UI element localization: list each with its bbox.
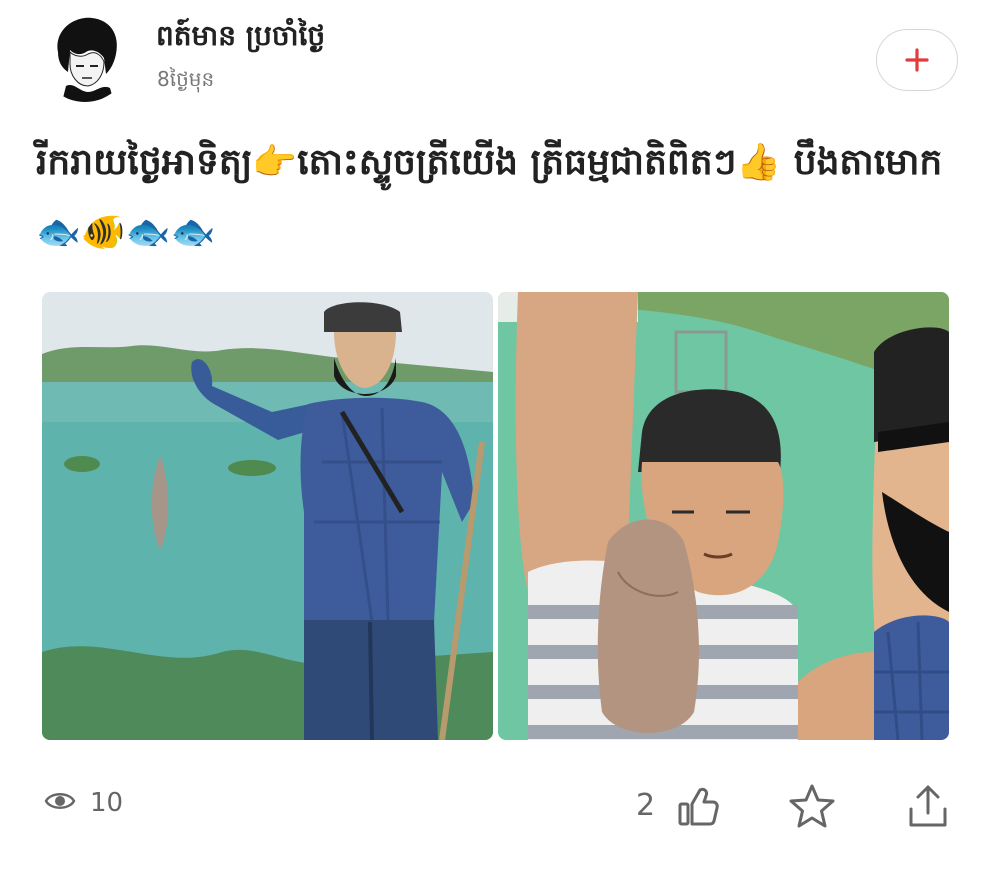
share-icon xyxy=(906,783,950,833)
thumbs-up-icon xyxy=(676,784,720,832)
favorite-button[interactable] xyxy=(786,782,838,834)
views-count: 10 xyxy=(90,788,124,818)
plus-icon xyxy=(904,47,930,73)
avatar[interactable] xyxy=(40,12,130,102)
views-stat: 10 xyxy=(44,788,123,818)
post-card: ពត៍មាន ប្រចាំថ្ងៃ 8ថ្ងៃមុន រីករាយថ្ងៃអាទ… xyxy=(0,0,1000,878)
post-photo-2[interactable] xyxy=(498,292,949,740)
author-name[interactable]: ពត៍មាន ប្រចាំថ្ងៃ xyxy=(156,18,325,59)
like-count: 2 xyxy=(636,788,656,823)
eye-icon xyxy=(44,789,76,817)
post-photo-1[interactable] xyxy=(42,292,493,740)
star-icon xyxy=(788,783,836,833)
share-button[interactable] xyxy=(902,782,954,834)
post-time: 8ថ្ងៃមុន xyxy=(157,67,215,91)
like-button[interactable] xyxy=(672,782,724,834)
follow-button[interactable] xyxy=(876,29,958,91)
post-text: រីករាយថ្ងៃអាទិត្យ👉តោះស្ទូចត្រីយើង ត្រីធម… xyxy=(36,142,943,253)
